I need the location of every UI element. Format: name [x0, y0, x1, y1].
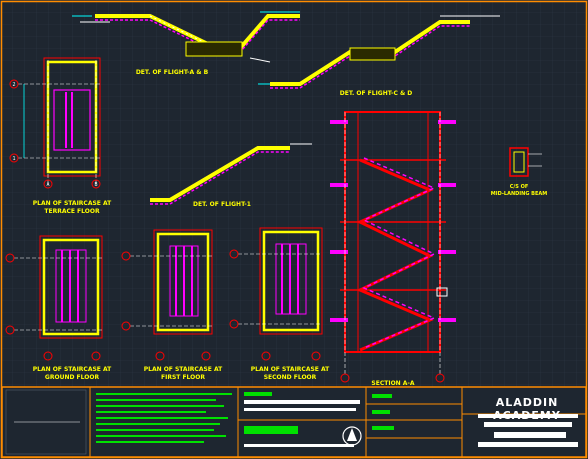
plan-ground-title-2: GROUND FLOOR: [45, 374, 100, 381]
note-bar-6: [372, 394, 392, 398]
note-bar-7: [372, 410, 390, 414]
spec-line-7: [96, 429, 214, 431]
flight-1-title: DET. OF FLIGHT-1: [193, 201, 251, 208]
spec-line-3: [96, 405, 224, 407]
plan-terrace-title-2: TERRACE FLOOR: [44, 208, 100, 215]
plan-terrace-title-1: PLAN OF STAIRCASE AT: [33, 200, 112, 207]
grid-label-b: B: [94, 182, 97, 188]
title-bar-1: [478, 414, 578, 418]
note-bar-1: [244, 392, 272, 396]
title-bar-2: [484, 422, 572, 427]
plan-second-title-1: PLAN OF STAIRCASE AT: [251, 366, 330, 373]
cad-canvas[interactable]: DET. OF FLIGHT-A & B DET. OF FLIGHT-C & …: [0, 0, 588, 459]
grid-label-2: 2: [12, 82, 15, 88]
spec-line-5: [96, 417, 228, 419]
grid-label-1: 1: [12, 156, 15, 162]
company-name: ALADDIN ACADEMY: [493, 396, 560, 422]
spec-line-6: [96, 423, 220, 425]
note-bar-4: [244, 426, 298, 434]
spec-line-8: [96, 435, 226, 437]
flight-a-b-title: DET. OF FLIGHT-A & B: [136, 69, 209, 76]
plan-second-title-2: SECOND FLOOR: [264, 374, 317, 381]
plan-first-title-1: PLAN OF STAIRCASE AT: [144, 366, 223, 373]
plan-first-title-2: FIRST FLOOR: [161, 374, 205, 381]
note-bar-5: [244, 444, 354, 447]
spec-line-4: [96, 411, 206, 413]
flight-c-d-title: DET. OF FLIGHT-C & D: [340, 90, 413, 97]
plan-ground-title-1: PLAN OF STAIRCASE AT: [33, 366, 112, 373]
note-bar-3: [244, 408, 356, 411]
spec-line-1: [96, 393, 232, 395]
beam-title-1: C/S OF: [510, 184, 529, 190]
spec-line-9: [96, 441, 204, 443]
note-bar-2: [244, 400, 360, 404]
section-title: SECTION A-A: [371, 380, 414, 387]
grid-label-a: A: [46, 182, 49, 188]
title-bar-4: [478, 442, 578, 447]
title-bar-3: [494, 432, 566, 438]
note-bar-8: [372, 426, 394, 430]
spec-line-2: [96, 399, 216, 401]
cad-drawing-viewport[interactable]: DET. OF FLIGHT-A & B DET. OF FLIGHT-C & …: [0, 0, 588, 459]
beam-title-2: MID-LANDING BEAM: [491, 191, 548, 197]
